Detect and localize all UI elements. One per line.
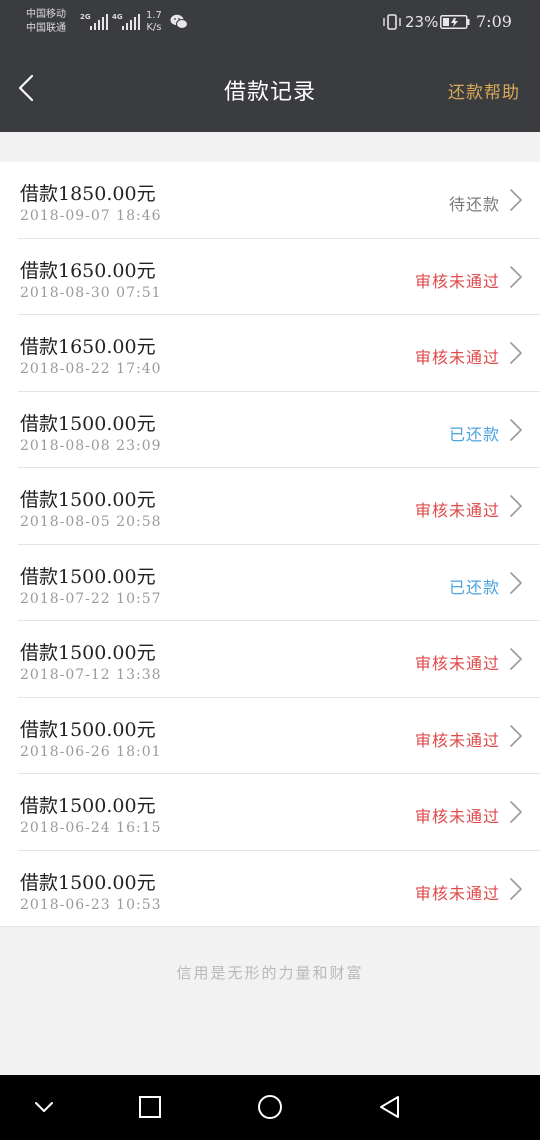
chevron-right-icon [510, 265, 522, 288]
loan-date: 2018-08-05 20:58 [20, 514, 162, 530]
loan-record-row[interactable]: 借款1500.00元 2018-06-23 10:53 审核未通过 [0, 851, 540, 927]
loan-status: 已还款 [448, 424, 500, 444]
chevron-right-icon [510, 801, 522, 823]
chevron-left-icon [18, 74, 34, 102]
loan-amount: 借款1500.00元 [20, 489, 156, 511]
loan-amount: 借款1500.00元 [20, 871, 156, 894]
loan-record-row[interactable]: 借款1650.00元 2018-08-30 07:51 审核未通过 [0, 239, 540, 315]
loan-status: 审核未通过 [414, 271, 500, 291]
status-bar: 中国移动 中国联通 2G 4G 1.7 K/s 23% 7:09 [0, 0, 540, 44]
loan-record-list: 借款1850.00元 2018-09-07 18:46 待还款借款1650.00元 2… [0, 162, 540, 927]
chevron-right-icon [510, 877, 522, 900]
loan-amount: 借款1500.00元 [20, 565, 156, 588]
loan-amount: 借款1850.00元 [20, 183, 156, 205]
loan-status: 审核未通过 [414, 501, 500, 520]
chevron-right-icon [510, 724, 522, 747]
signal-bars-icon [122, 14, 140, 30]
vibrate-icon [383, 14, 401, 30]
loan-record-row[interactable]: 借款1500.00元 2018-08-05 20:58 审核未通过 [0, 468, 540, 545]
loan-record-row[interactable]: 借款1500.00元 2018-06-26 18:01 审核未通过 [0, 698, 540, 774]
loan-status: 审核未通过 [414, 348, 500, 367]
repayment-help-link[interactable]: 还款帮助 [448, 78, 520, 103]
loan-amount: 借款1500.00元 [20, 718, 156, 741]
carrier-1: 中国移动 [26, 9, 66, 20]
loan-record-row[interactable]: 借款1500.00元 2018-07-12 13:38 审核未通过 [0, 621, 540, 698]
loan-status: 审核未通过 [414, 883, 500, 903]
wechat-icon [170, 14, 188, 29]
loan-date: 2018-07-12 13:38 [20, 667, 162, 683]
loan-status: 已还款 [448, 577, 500, 597]
loan-date: 2018-06-23 10:53 [20, 896, 162, 913]
network-speed: 1.7 K/s [146, 10, 162, 34]
square-recent-icon [139, 1096, 161, 1118]
chevron-right-icon [510, 571, 522, 594]
loan-date: 2018-08-08 23:09 [20, 437, 162, 454]
loan-amount: 借款1500.00元 [20, 412, 156, 435]
chevron-right-icon [510, 495, 522, 517]
loan-status: 审核未通过 [414, 654, 500, 673]
loan-date: 2018-08-22 17:40 [20, 361, 162, 377]
collapse-button[interactable] [28, 1091, 60, 1123]
carrier-labels: 中国移动 中国联通 [26, 8, 66, 36]
loan-amount: 借款1500.00元 [20, 642, 156, 664]
chevron-right-icon [510, 648, 522, 670]
loan-date: 2018-07-22 10:57 [20, 590, 162, 607]
loan-amount: 借款1650.00元 [20, 336, 156, 358]
footer-slogan: 信用是无形的力量和财富 [176, 964, 364, 982]
network-speed-unit: K/s [146, 22, 162, 33]
clock: 7:09 [476, 12, 512, 31]
network-speed-value: 1.7 [146, 10, 162, 21]
loan-status: 审核未通过 [414, 730, 500, 750]
loan-status: 审核未通过 [414, 807, 500, 826]
row-divider [0, 926, 540, 927]
triangle-back-icon [380, 1096, 399, 1118]
loan-record-row[interactable]: 借款1500.00元 2018-08-08 23:09 已还款 [0, 392, 540, 468]
loan-date: 2018-06-26 18:01 [20, 743, 162, 760]
system-back-button[interactable] [374, 1091, 406, 1123]
signal-bars-icon [90, 14, 108, 30]
recent-apps-button[interactable] [134, 1091, 166, 1123]
circle-home-icon [258, 1095, 282, 1119]
chevron-down-icon [35, 1102, 53, 1112]
nav-bar: 借款记录 还款帮助 [0, 44, 540, 132]
loan-date: 2018-09-07 18:46 [20, 208, 162, 224]
back-button[interactable] [10, 68, 50, 108]
chevron-right-icon [510, 189, 522, 211]
loan-date: 2018-06-24 16:15 [20, 820, 162, 836]
home-button[interactable] [254, 1091, 286, 1123]
loan-status: 待还款 [448, 195, 500, 214]
loan-date: 2018-08-30 07:51 [20, 284, 162, 301]
battery-charging-icon [440, 15, 470, 29]
loan-record-row[interactable]: 借款1500.00元 2018-07-22 10:57 已还款 [0, 545, 540, 621]
carrier-2: 中国联通 [26, 23, 66, 34]
loan-record-row[interactable]: 借款1850.00元 2018-09-07 18:46 待还款 [0, 162, 540, 239]
loan-amount: 借款1650.00元 [20, 259, 156, 282]
battery-percent: 23% [405, 13, 439, 31]
loan-record-row[interactable]: 借款1650.00元 2018-08-22 17:40 审核未通过 [0, 315, 540, 392]
chevron-right-icon [510, 342, 522, 364]
system-navigation-bar [0, 1075, 540, 1140]
loan-amount: 借款1500.00元 [20, 795, 156, 817]
chevron-right-icon [510, 418, 522, 441]
loan-record-row[interactable]: 借款1500.00元 2018-06-24 16:15 审核未通过 [0, 774, 540, 851]
